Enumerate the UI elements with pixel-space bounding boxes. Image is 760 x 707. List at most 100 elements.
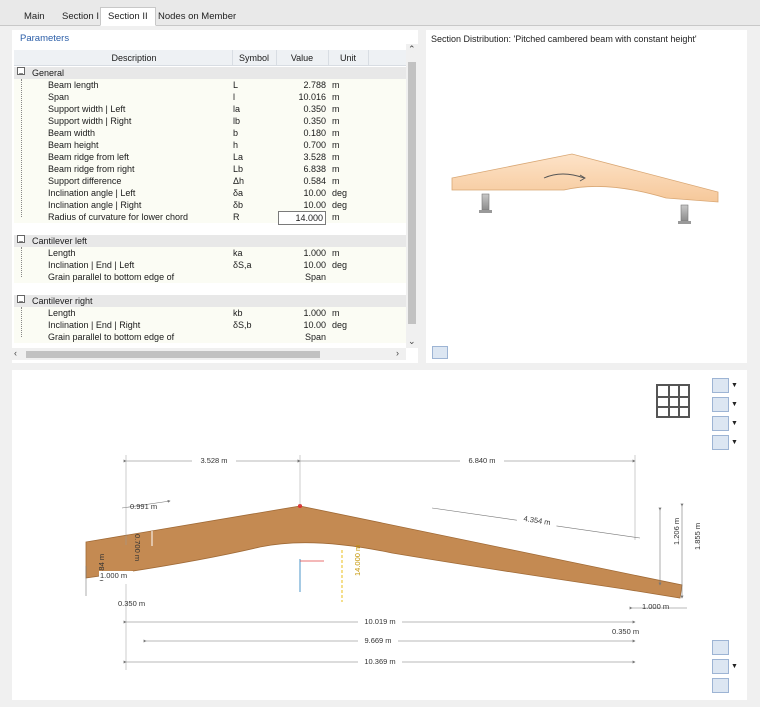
group-label: Cantilever right <box>32 296 93 306</box>
coordinate-system-button[interactable] <box>712 435 729 450</box>
table-row[interactable]: Support difference Δh 0.584 m <box>14 175 406 187</box>
collapse-icon[interactable]: − <box>17 235 25 246</box>
chevron-down-icon[interactable]: ▼ <box>731 416 739 431</box>
table-row[interactable]: Grain parallel to bottom edge of Span <box>14 271 406 283</box>
table-row[interactable]: Beam width b 0.180 m <box>14 127 406 139</box>
row-value[interactable]: 10.00 <box>278 199 326 211</box>
table-row[interactable]: Radius of curvature for lower chord R 14.0… <box>14 211 406 225</box>
row-value[interactable]: 3.528 <box>278 151 326 163</box>
section-distribution-panel: Section Distribution: 'Pitched cambered … <box>426 30 747 363</box>
row-value[interactable]: 2.788 <box>278 79 326 91</box>
row-description: Inclination | End | Left <box>48 260 135 270</box>
scroll-down-icon[interactable]: ⌄ <box>408 336 416 347</box>
horizontal-scroll-thumb[interactable] <box>26 351 320 358</box>
row-description: Grain parallel to bottom edge of <box>48 332 175 342</box>
row-description: Inclination angle | Right <box>48 200 142 210</box>
chevron-down-icon[interactable]: ▼ <box>731 435 739 450</box>
table-row[interactable]: Beam height h 0.700 m <box>14 139 406 151</box>
row-value[interactable]: 1.000 <box>278 307 326 319</box>
reset-view-icon[interactable] <box>712 678 729 693</box>
chevron-down-icon[interactable]: ▼ <box>731 659 739 674</box>
tab-nodes-on-member[interactable]: Nodes on Member <box>150 7 244 26</box>
tab-section-ii[interactable]: Section II <box>100 7 156 26</box>
dim-height: 0.700 m <box>133 534 142 561</box>
table-row[interactable]: Inclination | End | Left δS,a 10.00 deg <box>14 259 406 271</box>
row-value[interactable]: 6.838 <box>278 163 326 175</box>
row-value[interactable]: 1.000 <box>278 247 326 259</box>
print-icon[interactable] <box>712 659 729 674</box>
deformation-button[interactable] <box>712 640 729 655</box>
row-symbol: lb <box>233 116 241 126</box>
dim-cantilever-top-left: 0.991 m <box>130 502 157 511</box>
table-row[interactable]: Inclination | End | Right δS,b 10.00 deg <box>14 319 406 331</box>
row-description: Inclination angle | Left <box>48 188 136 198</box>
table-row[interactable]: Grain parallel to bottom edge of Span <box>14 331 406 343</box>
row-description: Inclination | End | Right <box>48 320 141 330</box>
beam-dimension-drawing: 3.528 m 6.840 m 0.991 m 0.700 m 4.354 m … <box>85 455 702 670</box>
table-row[interactable]: Length kb 1.000 m <box>14 307 406 319</box>
scroll-right-icon[interactable]: › <box>396 348 399 358</box>
vertical-scroll-thumb[interactable] <box>408 62 416 324</box>
export-image-icon[interactable] <box>432 346 448 359</box>
table-row[interactable]: Inclination angle | Right δb 10.00 deg <box>14 199 406 211</box>
row-value[interactable]: Span <box>278 331 326 343</box>
row-value[interactable]: 10.00 <box>278 259 326 271</box>
table-row[interactable]: Support width | Right lb 0.350 m <box>14 115 406 127</box>
row-symbol: δS,b <box>233 320 252 330</box>
table-row[interactable]: Beam ridge from left La 3.528 m <box>14 151 406 163</box>
row-value[interactable]: 10.016 <box>278 91 326 103</box>
row-value[interactable]: 10.00 <box>278 187 326 199</box>
row-symbol: δb <box>233 200 244 210</box>
display-mode-button[interactable] <box>712 416 729 431</box>
table-row[interactable]: Inclination angle | Left δa 10.00 deg <box>14 187 406 199</box>
tab-main[interactable]: Main <box>16 7 53 26</box>
table-row[interactable]: Support width | Left la 0.350 m <box>14 103 406 115</box>
horizontal-scrollbar[interactable]: ‹ › <box>12 348 406 360</box>
row-description: Beam length <box>48 80 99 90</box>
group-header[interactable]: − Cantilever left <box>14 235 406 247</box>
scroll-left-icon[interactable]: ‹ <box>14 348 17 358</box>
collapse-icon[interactable]: − <box>17 295 25 306</box>
row-unit: m <box>332 164 340 174</box>
table-row[interactable]: Beam length L 2.788 m <box>14 79 406 91</box>
row-value[interactable]: 10.00 <box>278 319 326 331</box>
chevron-down-icon[interactable]: ▼ <box>731 397 739 412</box>
column-unit[interactable]: Unit <box>328 53 368 63</box>
view-cube-icon[interactable] <box>656 384 690 418</box>
column-value[interactable]: Value <box>276 53 328 63</box>
row-unit: deg <box>332 260 348 270</box>
section-distribution-diagram <box>451 153 719 224</box>
row-value[interactable]: Span <box>278 271 326 283</box>
view-cube-toggle-button[interactable] <box>712 378 729 393</box>
row-description: Beam height <box>48 140 99 150</box>
dim-ridge-right: 6.840 m <box>468 456 495 465</box>
column-symbol[interactable]: Symbol <box>232 53 276 63</box>
row-unit: m <box>332 152 340 162</box>
vertical-scrollbar[interactable]: ⌃ ⌄ <box>406 44 418 348</box>
row-description: Beam ridge from left <box>48 152 130 162</box>
row-value[interactable]: 0.700 <box>278 139 326 151</box>
row-value[interactable]: 0.584 <box>278 175 326 187</box>
collapse-icon[interactable]: − <box>17 67 25 78</box>
row-value[interactable]: 0.350 <box>278 103 326 115</box>
table-row[interactable]: Span l 10.016 m <box>14 91 406 103</box>
row-value[interactable]: 14.000 <box>278 211 326 225</box>
chevron-down-icon[interactable]: ▼ <box>731 378 739 393</box>
dim-right-total: 1.855 m <box>693 523 702 550</box>
row-value[interactable]: 0.180 <box>278 127 326 139</box>
row-description: Radius of curvature for lower chord <box>48 212 189 222</box>
axis-view-button[interactable] <box>712 397 729 412</box>
row-unit: deg <box>332 188 348 198</box>
column-description[interactable]: Description <box>36 53 232 63</box>
group-header[interactable]: − General <box>14 67 406 79</box>
row-symbol: Lb <box>233 164 244 174</box>
scroll-up-icon[interactable]: ⌃ <box>408 44 416 55</box>
dim-span-total: 10.369 m <box>364 657 395 666</box>
table-row[interactable]: Length ka 1.000 m <box>14 247 406 259</box>
row-value[interactable]: 0.350 <box>278 115 326 127</box>
row-unit: m <box>332 92 340 102</box>
dim-span-a: 10.019 m <box>364 617 395 626</box>
table-row[interactable]: Beam ridge from right Lb 6.838 m <box>14 163 406 175</box>
group-header[interactable]: − Cantilever right <box>14 295 406 307</box>
dim-cantilever-left: 1.000 m <box>100 571 127 580</box>
